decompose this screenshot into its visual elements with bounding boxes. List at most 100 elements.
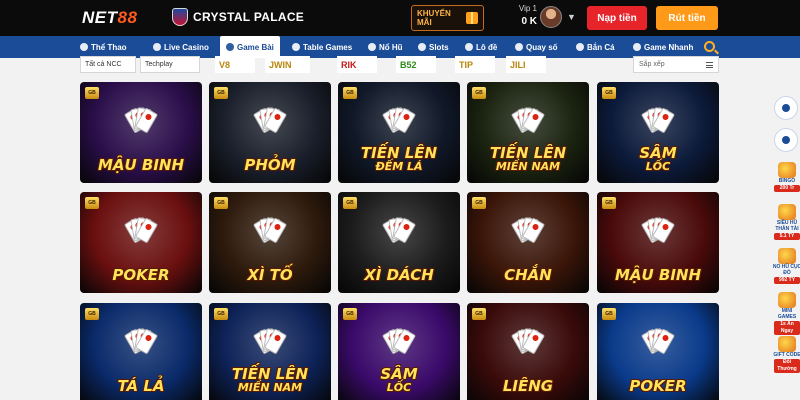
side-promo-tile[interactable]: NỔ HŨ CỤC ĐỎ 992 TỶ: [772, 248, 800, 284]
side-promo-tile[interactable]: BINGO 200 Tr: [772, 162, 800, 198]
nav-item-the-thao[interactable]: Thể Thao: [80, 36, 127, 58]
playing-cards-icon: [245, 202, 295, 244]
provider-badge-icon: GB: [214, 308, 228, 320]
promo-value: Đổi Thưởng: [774, 359, 800, 373]
filter-all-label: Tất cả NCC: [85, 61, 122, 68]
table-icon: [292, 43, 300, 51]
logo-text: NET: [82, 8, 118, 27]
game-title: TIẾN LÊN MIỀN NAM: [467, 146, 589, 173]
provider-label: V8: [219, 59, 231, 70]
crystal-palace-crest-icon: [172, 8, 188, 26]
game-card[interactable]: GB XÌ DÁCH: [338, 192, 460, 293]
chat-icon[interactable]: [774, 96, 798, 120]
chevron-down-icon[interactable]: ▼: [567, 12, 576, 22]
game-title: TÁ LẢ: [80, 379, 202, 394]
side-promo-tile[interactable]: MINI GAMES 1s Ăn Ngay: [772, 292, 800, 335]
playing-cards-icon: [503, 92, 553, 134]
sort-select[interactable]: Sắp xếp: [633, 56, 719, 73]
provider-badge-icon: GB: [602, 197, 616, 209]
game-card[interactable]: GB POKER: [80, 192, 202, 293]
game-card[interactable]: GB TIẾN LÊN MIỀN NAM: [209, 303, 331, 400]
promo-icon: [778, 162, 796, 178]
nav-item-quay-so[interactable]: Quay số: [515, 36, 558, 58]
game-card[interactable]: GB POKER: [597, 303, 719, 400]
withdraw-button[interactable]: Rút tiền: [656, 6, 718, 30]
game-card[interactable]: GB SÂM LỐC: [597, 82, 719, 183]
game-card[interactable]: GB XÌ TỐ: [209, 192, 331, 293]
nav-item-game-bai[interactable]: Game Bài: [220, 36, 280, 58]
game-title: TIẾN LÊN ĐẾM LÁ: [338, 146, 460, 173]
nav-label: Live Casino: [164, 42, 209, 52]
provider-badge-icon: GB: [602, 87, 616, 99]
promo-icon: [778, 336, 796, 352]
promo-value: 5.1 TỶ: [774, 233, 800, 240]
net88-logo[interactable]: NET88: [82, 8, 137, 28]
side-promo-tile[interactable]: GIFT CODE Đổi Thưởng: [772, 336, 800, 373]
playing-cards-icon: [374, 313, 424, 355]
game-title-line1: CHẮN: [504, 266, 552, 284]
game-card[interactable]: GB PHỎM: [209, 82, 331, 183]
provider-badge-icon: GB: [343, 87, 357, 99]
game-card[interactable]: GB SÂM LỐC: [338, 303, 460, 400]
nav-item-table-games[interactable]: Table Games: [292, 36, 352, 58]
game-title-line1: POKER: [629, 377, 687, 395]
playing-cards-icon: [633, 92, 683, 134]
playing-cards-icon: [374, 92, 424, 134]
nav-item-no-hu[interactable]: Nổ Hũ: [368, 36, 403, 58]
deposit-button[interactable]: Nạp tiền: [587, 6, 647, 30]
provider-badge-icon: GB: [472, 308, 486, 320]
playing-cards-icon: [116, 202, 166, 244]
nav-item-slots[interactable]: Slots: [418, 36, 449, 58]
playing-cards-icon: [633, 202, 683, 244]
promo-name: SIÊU HŨ THẦN TÀI: [775, 220, 799, 232]
account-status: Vip 1 0 K: [505, 4, 537, 27]
game-title-line1: LIÊNG: [502, 377, 554, 395]
gift-icon: [466, 12, 478, 24]
search-icon[interactable]: [704, 41, 715, 52]
game-card[interactable]: GB TÁ LẢ: [80, 303, 202, 400]
game-title: POKER: [597, 379, 719, 394]
fish-icon: [576, 43, 584, 51]
provider-label: TIP: [459, 59, 474, 70]
nav-label: Nổ Hũ: [379, 42, 403, 52]
promo-icon: [778, 292, 796, 308]
game-card[interactable]: GB CHẮN: [467, 192, 589, 293]
provider-v8[interactable]: V8: [215, 56, 255, 73]
game-card[interactable]: GB LIÊNG: [467, 303, 589, 400]
game-card[interactable]: GB MẬU BINH: [80, 82, 202, 183]
promo-value: 200 Tr: [774, 185, 800, 192]
nav-item-ban-ca[interactable]: Bắn Cá: [576, 36, 615, 58]
nav-item-game-nhanh[interactable]: Game Nhanh: [633, 36, 693, 58]
game-title: MẬU BINH: [597, 268, 719, 283]
promotions-button[interactable]: KHUYẾN MÃI: [411, 5, 484, 31]
provider-techplay[interactable]: Techplay: [140, 56, 200, 73]
game-title: SÂM LỐC: [597, 146, 719, 173]
game-title-line2: MIỀN NAM: [237, 381, 303, 394]
provider-rik[interactable]: RIK: [337, 56, 377, 73]
nav-item-live-casino[interactable]: Live Casino: [153, 36, 209, 58]
provider-badge-icon: GB: [85, 197, 99, 209]
provider-jili[interactable]: JILI: [506, 56, 546, 73]
game-card[interactable]: GB TIẾN LÊN ĐẾM LÁ: [338, 82, 460, 183]
filter-all-providers[interactable]: Tất cả NCC: [80, 56, 136, 73]
game-card[interactable]: GB TIẾN LÊN MIỀN NAM: [467, 82, 589, 183]
side-promo-tile[interactable]: SIÊU HŨ THẦN TÀI 5.1 TỶ: [772, 204, 800, 240]
provider-label: RIK: [341, 59, 357, 70]
provider-filter: Tất cả NCC Techplay V8 JWIN RIK B52 TIP …: [80, 56, 720, 74]
account-balance: 0 K: [521, 16, 537, 27]
game-title: MẬU BINH: [80, 158, 202, 173]
playing-cards-icon: [503, 313, 553, 355]
game-title: CHẮN: [467, 268, 589, 283]
playing-cards-icon: [374, 202, 424, 244]
provider-jwin[interactable]: JWIN: [265, 56, 310, 73]
game-card[interactable]: GB MẬU BINH: [597, 192, 719, 293]
provider-tip[interactable]: TIP: [455, 56, 495, 73]
promo-value: 992 TỶ: [774, 277, 800, 284]
user-avatar[interactable]: [540, 6, 562, 28]
jackpot-icon: [368, 43, 376, 51]
game-title-line2: MIỀN NAM: [495, 160, 561, 173]
provider-b52[interactable]: B52: [396, 56, 436, 73]
nav-item-lo-de[interactable]: Lô đề: [465, 36, 497, 58]
provider-badge-icon: GB: [343, 308, 357, 320]
game-title-line1: MẬU BINH: [614, 266, 702, 284]
